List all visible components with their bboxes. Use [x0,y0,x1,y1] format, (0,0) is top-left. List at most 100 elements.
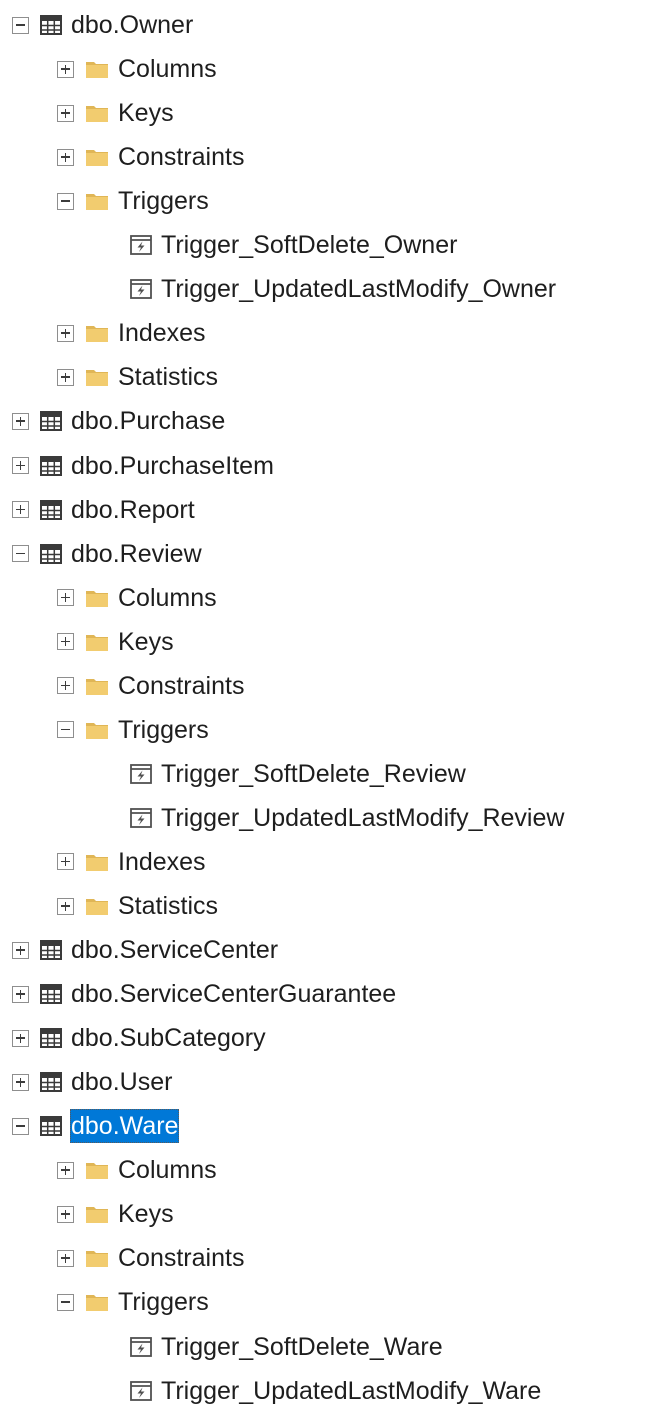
expand-plus-icon[interactable] [57,60,74,78]
expand-plus-icon[interactable] [12,501,29,519]
collapse-minus-icon[interactable] [12,16,29,34]
tree-node-folder[interactable]: Constraints [0,135,647,179]
folder-icon [85,191,117,211]
tree-node-label[interactable]: Indexes [117,316,207,350]
tree-node-trigger[interactable]: Trigger_SoftDelete_Owner [0,223,647,267]
expand-plus-icon[interactable] [12,457,29,474]
tree-node-label[interactable]: Indexes [117,845,207,879]
tree-node-folder[interactable]: Indexes [0,311,647,355]
tree-node-trigger[interactable]: Trigger_UpdatedLastModify_Ware [0,1369,647,1413]
expand-plus-icon[interactable] [12,1029,29,1047]
tree-node-label[interactable]: dbo.Owner [70,8,194,42]
tree-node-folder[interactable]: Statistics [0,884,647,928]
expand-plus-icon[interactable] [57,1205,74,1223]
tree-node-label[interactable]: Columns [117,581,218,615]
tree-node-folder[interactable]: Columns [0,576,647,620]
tree-node-label[interactable]: Constraints [117,140,245,174]
tree-node-folder[interactable]: Keys [0,620,647,664]
expand-plus-icon[interactable] [57,853,74,871]
tree-node-folder[interactable]: Triggers [0,708,647,752]
tree-node-folder[interactable]: Constraints [0,664,647,708]
tree-node-label[interactable]: Constraints [117,1241,245,1275]
tree-node-table[interactable]: dbo.ServiceCenterGuarantee [0,972,647,1016]
expand-plus-icon[interactable] [57,104,74,122]
tree-node-table[interactable]: dbo.Ware [0,1104,647,1148]
expand-plus-icon[interactable] [57,1249,74,1267]
expand-plus-icon[interactable] [12,941,29,959]
tree-node-label[interactable]: dbo.ServiceCenterGuarantee [70,977,397,1011]
tree-node-folder[interactable]: Keys [0,91,647,135]
tree-node-label[interactable]: Trigger_SoftDelete_Review [160,757,467,791]
tree-node-trigger[interactable]: Trigger_UpdatedLastModify_Owner [0,267,647,311]
tree-node-table[interactable]: dbo.Owner [0,3,647,47]
table-grid-icon [40,984,70,1005]
tree-node-label[interactable]: Triggers [117,713,210,747]
tree-node-table[interactable]: dbo.PurchaseItem [0,444,647,488]
tree-node-label[interactable]: dbo.SubCategory [70,1021,267,1055]
trigger-script-icon [130,235,160,256]
tree-node-folder[interactable]: Columns [0,1148,647,1192]
tree-node-trigger[interactable]: Trigger_SoftDelete_Ware [0,1325,647,1369]
tree-node-label[interactable]: Constraints [117,669,245,703]
folder-icon [85,1160,117,1180]
tree-node-label[interactable]: dbo.Report [70,493,196,527]
table-grid-icon [40,543,70,564]
expand-plus-icon[interactable] [12,985,29,1003]
trigger-script-icon [130,763,160,784]
tree-node-folder[interactable]: Keys [0,1192,647,1236]
expand-plus-icon[interactable] [57,677,74,695]
tree-node-label[interactable]: Trigger_UpdatedLastModify_Owner [160,272,557,306]
tree-node-label[interactable]: dbo.ServiceCenter [70,933,279,967]
expand-plus-icon[interactable] [12,1073,29,1091]
tree-node-table[interactable]: dbo.Report [0,488,647,532]
tree-node-label[interactable]: dbo.Ware [70,1109,180,1144]
table-grid-icon [40,1072,70,1093]
expand-plus-icon[interactable] [57,368,74,386]
expand-plus-icon[interactable] [57,148,74,166]
tree-node-label[interactable]: Columns [117,52,218,86]
tree-node-label[interactable]: dbo.Purchase [70,404,226,438]
tree-node-folder[interactable]: Indexes [0,840,647,884]
collapse-minus-icon[interactable] [57,721,74,739]
tree-node-label[interactable]: Keys [117,96,175,130]
tree-node-label[interactable]: Trigger_SoftDelete_Owner [160,228,458,262]
tree-node-label[interactable]: Keys [117,1197,175,1231]
tree-node-label[interactable]: Trigger_UpdatedLastModify_Review [160,801,565,835]
tree-node-table[interactable]: dbo.ServiceCenter [0,928,647,972]
expand-plus-icon[interactable] [57,589,74,607]
expand-plus-icon[interactable] [57,324,74,342]
table-grid-icon [40,499,70,520]
tree-node-table[interactable]: dbo.Review [0,532,647,576]
tree-node-label[interactable]: Statistics [117,360,219,394]
tree-node-folder[interactable]: Triggers [0,1280,647,1324]
expand-plus-icon[interactable] [57,897,74,915]
tree-node-folder[interactable]: Columns [0,47,647,91]
tree-node-label[interactable]: Trigger_UpdatedLastModify_Ware [160,1374,542,1408]
tree-node-label[interactable]: Columns [117,1153,218,1187]
tree-node-table[interactable]: dbo.Purchase [0,399,647,443]
collapse-minus-icon[interactable] [12,545,29,563]
tree-node-trigger[interactable]: Trigger_UpdatedLastModify_Review [0,796,647,840]
tree-node-label[interactable]: dbo.Review [70,537,203,571]
expand-plus-icon[interactable] [12,412,29,430]
tree-node-label[interactable]: dbo.User [70,1065,173,1099]
tree-node-folder[interactable]: Constraints [0,1236,647,1280]
tree-node-label[interactable]: Triggers [117,1285,210,1319]
tree-node-label[interactable]: Keys [117,625,175,659]
tree-node-label[interactable]: Statistics [117,889,219,923]
table-grid-icon [40,1116,70,1137]
collapse-minus-icon[interactable] [57,192,74,210]
expand-plus-icon[interactable] [57,1161,74,1179]
collapse-minus-icon[interactable] [57,1293,74,1311]
tree-node-label[interactable]: dbo.PurchaseItem [70,449,275,483]
tree-node-label[interactable]: Triggers [117,184,210,218]
tree-node-folder[interactable]: Statistics [0,355,647,399]
expand-plus-icon[interactable] [57,633,74,651]
tree-node-folder[interactable]: Triggers [0,179,647,223]
tree-node-table[interactable]: dbo.SubCategory [0,1016,647,1060]
tree-node-table[interactable]: dbo.User [0,1060,647,1104]
tree-node-trigger[interactable]: Trigger_SoftDelete_Review [0,752,647,796]
tree-node-label[interactable]: Trigger_SoftDelete_Ware [160,1330,444,1364]
table-grid-icon [40,1028,70,1049]
collapse-minus-icon[interactable] [12,1117,29,1135]
